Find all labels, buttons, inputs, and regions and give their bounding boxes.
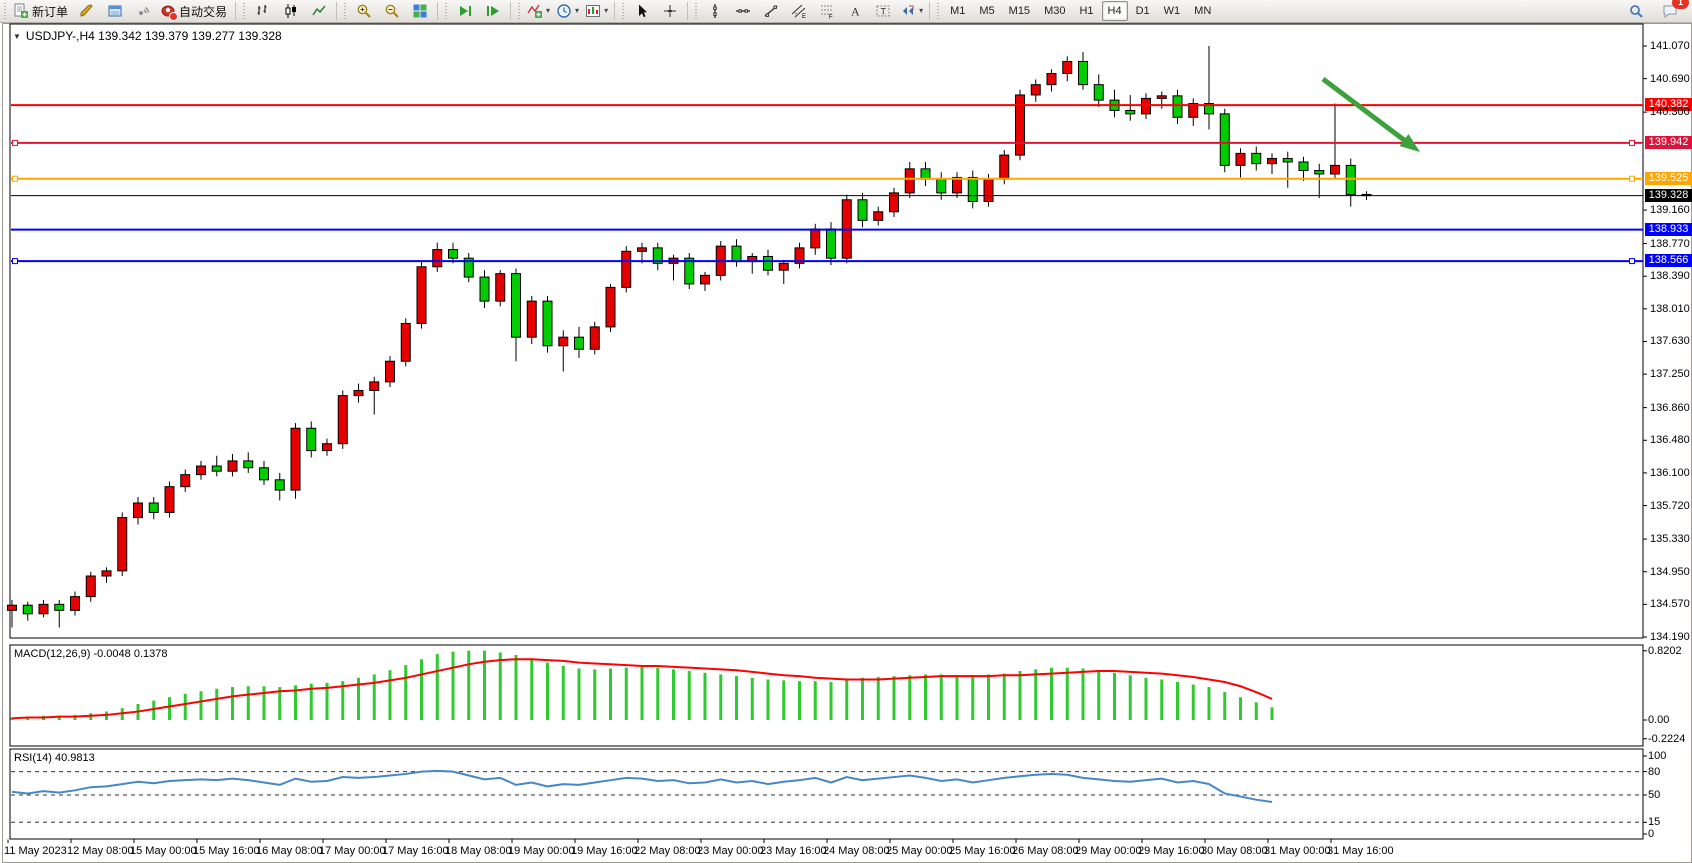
mt4-window: 新订单自动交易▾▾▾EFAT▾M1M5M15M30H1H4D1W1MN 1 14… [0, 0, 1692, 863]
macd-panel [10, 645, 1643, 746]
chart-title: ▼ USDJPY-,H4 139.342 139.379 139.277 139… [13, 29, 282, 43]
macd-label: MACD(12,26,9) -0.0048 0.1378 [14, 648, 167, 660]
rsi-panel [10, 749, 1643, 839]
main-chart-panel [10, 24, 1643, 638]
rsi-label: RSI(14) 40.9813 [14, 752, 95, 764]
chart-title-text: USDJPY-,H4 139.342 139.379 139.277 139.3… [26, 29, 282, 43]
chart-canvas[interactable] [0, 0, 1692, 863]
chevron-down-icon: ▼ [13, 32, 21, 41]
